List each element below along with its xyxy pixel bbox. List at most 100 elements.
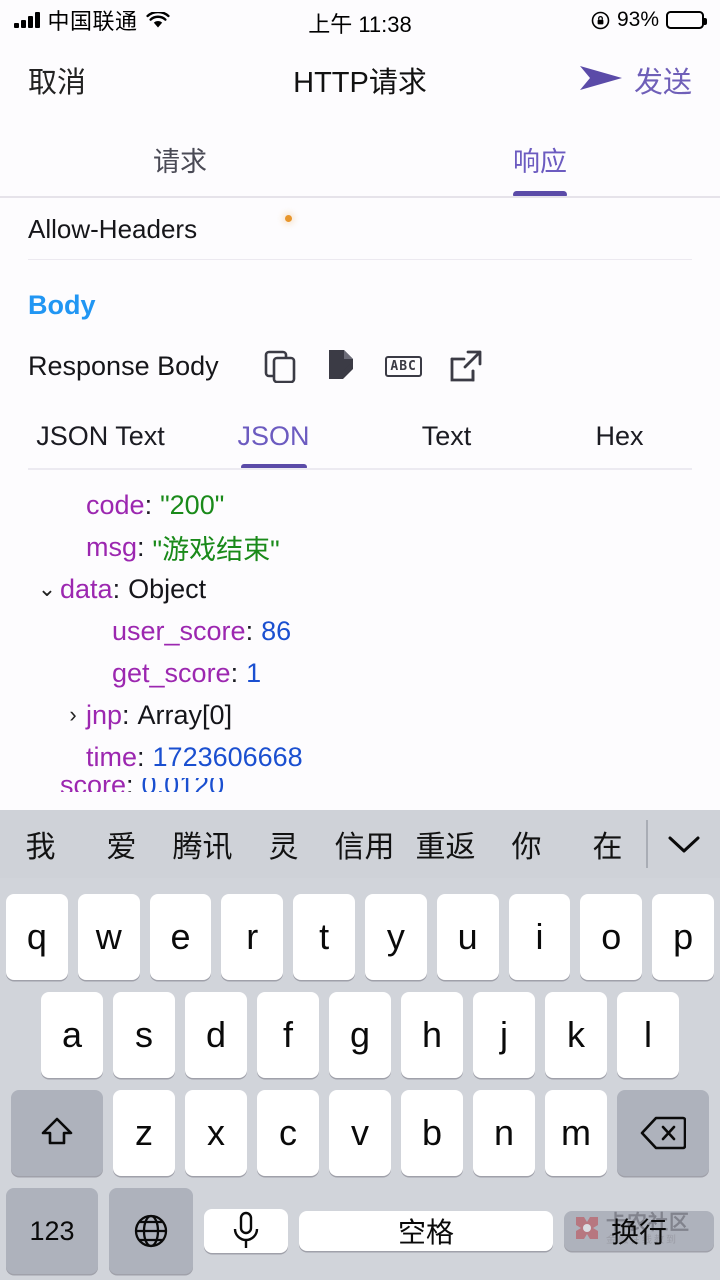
battery-icon <box>666 11 707 29</box>
tab-request[interactable]: 请求 <box>0 120 360 198</box>
key-c[interactable]: c <box>257 1090 319 1176</box>
cancel-button[interactable]: 取消 <box>28 59 86 101</box>
json-row[interactable]: ·msg:"游戏结束" <box>0 526 720 568</box>
key-q[interactable]: q <box>6 894 68 980</box>
response-body-row: Response Body ABC <box>0 321 720 389</box>
suggestion-item[interactable]: 在 <box>567 822 648 866</box>
chevron-down-icon[interactable]: ⌄ <box>34 576 60 602</box>
json-row[interactable]: ·code:"200" <box>0 484 720 526</box>
suggestion-item[interactable]: 信用 <box>324 822 405 866</box>
external-link-icon[interactable] <box>435 343 497 389</box>
body-section-title: Body <box>28 290 96 320</box>
key-p[interactable]: p <box>652 894 714 980</box>
key-t[interactable]: t <box>293 894 355 980</box>
tab-hex[interactable]: Hex <box>533 415 706 470</box>
chevron-down-icon[interactable] <box>648 831 720 857</box>
json-tree-viewer[interactable]: ·code:"200"·msg:"游戏结束"⌄data:Object·user_… <box>0 470 720 793</box>
response-body-label: Response Body <box>28 350 219 381</box>
json-row[interactable]: › jnp: Array[0] <box>0 694 720 736</box>
key-l[interactable]: l <box>617 992 679 1078</box>
json-key: msg <box>86 531 138 562</box>
abc-text-icon[interactable]: ABC <box>373 343 435 389</box>
key-r[interactable]: r <box>221 894 284 980</box>
status-bar: 中国联通 上午 11:38 93% <box>0 0 720 40</box>
header-row-allow-headers[interactable]: Allow-Headers <box>0 198 720 260</box>
shift-icon[interactable] <box>11 1090 103 1176</box>
chevron-right-icon[interactable]: › <box>60 702 86 728</box>
key-e[interactable]: e <box>149 894 212 980</box>
tab-response-label: 响应 <box>513 146 567 177</box>
suggestion-item[interactable]: 我 <box>0 822 81 866</box>
send-arrow-icon <box>578 63 624 98</box>
tab-json-text-label: JSON Text <box>36 421 165 451</box>
abc-label: ABC <box>385 355 422 377</box>
key-a[interactable]: a <box>41 992 103 1078</box>
copy-icon[interactable] <box>249 343 311 389</box>
return-key[interactable]: 卡农社区 金融在线教到 换行 <box>564 1211 714 1251</box>
globe-icon[interactable] <box>109 1188 193 1274</box>
suggestion-item[interactable]: 腾讯 <box>162 822 243 866</box>
key-j[interactable]: j <box>473 992 535 1078</box>
send-button[interactable]: 发送 <box>578 59 692 101</box>
tab-json[interactable]: JSON <box>187 415 360 470</box>
space-key[interactable]: 空格 <box>299 1211 553 1251</box>
json-colon: : <box>144 489 153 520</box>
key-u[interactable]: u <box>436 894 499 980</box>
row-divider <box>28 258 692 260</box>
json-value: Array[0] <box>137 699 233 730</box>
send-button-label: 发送 <box>633 67 692 99</box>
key-f[interactable]: f <box>257 992 319 1078</box>
key-w[interactable]: w <box>77 894 140 980</box>
key-x[interactable]: x <box>185 1090 247 1176</box>
key-y[interactable]: y <box>365 894 427 980</box>
software-keyboard: 我爱腾讯灵信用 重返你在 qwertyuiop asdfghjkl zxcvbnm… <box>0 810 720 1280</box>
key-m[interactable]: m <box>545 1090 607 1176</box>
tab-hex-label: Hex <box>595 421 644 451</box>
microphone-icon[interactable] <box>204 1209 288 1253</box>
request-response-tabs: 请求 响应 <box>0 120 720 198</box>
key-o[interactable]: o <box>580 894 643 980</box>
key-h[interactable]: h <box>401 992 463 1078</box>
key-n[interactable]: n <box>473 1090 535 1176</box>
suggestion-item[interactable]: 灵 <box>243 822 324 866</box>
status-bar-clock: 上午 11:38 <box>308 12 412 37</box>
suggestion-item[interactable]: 重返 <box>405 822 486 866</box>
keyboard-row-1: qwertyuiop <box>0 878 720 980</box>
json-colon: : <box>245 615 254 646</box>
edit-document-icon[interactable] <box>311 343 373 389</box>
json-value: "游戏结束" <box>152 534 280 565</box>
numbers-key[interactable]: 123 <box>6 1188 98 1274</box>
suggestion-item[interactable]: 爱 <box>81 822 162 866</box>
json-colon: : <box>230 657 239 688</box>
json-row[interactable]: ⌄ data: Object <box>0 568 720 610</box>
key-d[interactable]: d <box>185 992 247 1078</box>
json-key: jnp <box>86 699 123 730</box>
json-row-clipped: score:0.0120 <box>0 778 720 792</box>
tab-json-text[interactable]: JSON Text <box>14 415 187 470</box>
json-row[interactable]: ·time:1723606668 <box>0 736 720 778</box>
json-row[interactable]: ·get_score:1 <box>0 652 720 694</box>
key-g[interactable]: g <box>329 992 391 1078</box>
format-tabs-divider <box>28 468 692 470</box>
key-s[interactable]: s <box>113 992 175 1078</box>
key-i[interactable]: i <box>508 894 571 980</box>
tab-response[interactable]: 响应 <box>360 120 720 198</box>
json-colon: : <box>137 531 145 562</box>
json-value: 1 <box>246 657 262 688</box>
key-z[interactable]: z <box>113 1090 175 1176</box>
json-value: 86 <box>261 615 292 646</box>
suggestion-item[interactable]: 你 <box>486 822 567 866</box>
tab-text[interactable]: Text <box>360 415 533 470</box>
suggestion-divider <box>646 820 648 868</box>
tab-request-label: 请求 <box>153 146 207 177</box>
key-b[interactable]: b <box>401 1090 463 1176</box>
json-key: user_score <box>112 615 246 646</box>
keyboard-suggestion-bar: 我爱腾讯灵信用 重返你在 <box>0 810 720 878</box>
keyboard-row-3: zxcvbnm <box>0 1078 720 1176</box>
json-row[interactable]: ·user_score:86 <box>0 610 720 652</box>
keyboard-row-3-letters: zxcvbnm <box>113 1090 607 1176</box>
key-v[interactable]: v <box>329 1090 391 1176</box>
key-k[interactable]: k <box>545 992 607 1078</box>
backspace-icon[interactable] <box>617 1090 709 1176</box>
navigation-bar: 取消 HTTP请求 发送 <box>0 40 720 120</box>
